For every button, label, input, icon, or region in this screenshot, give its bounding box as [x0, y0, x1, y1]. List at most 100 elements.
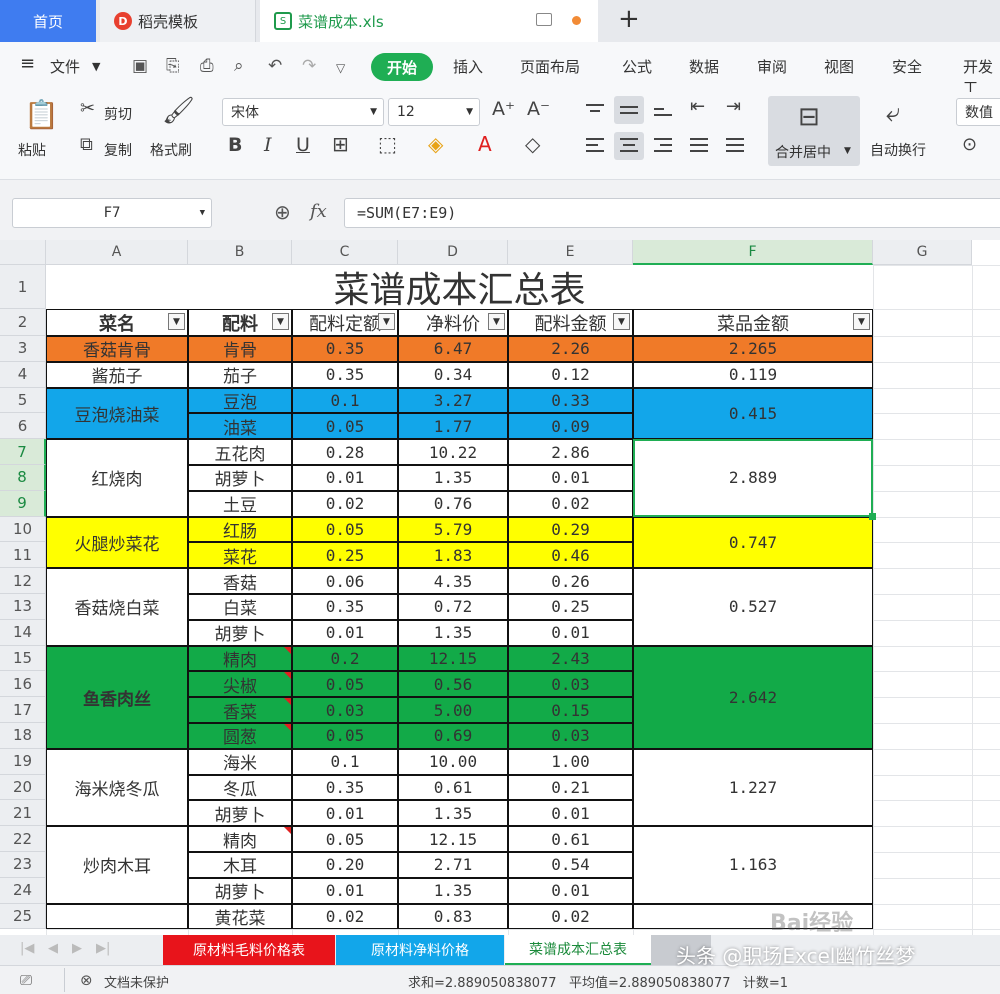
- indent-increase-icon[interactable]: ⇥: [726, 96, 741, 117]
- sheet-nav-last-icon[interactable]: ▶|: [96, 941, 110, 956]
- ingredient-cell[interactable]: 肯骨: [188, 336, 292, 362]
- ingredient-cell[interactable]: 胡萝卜: [188, 800, 292, 827]
- dish-total-cell[interactable]: 2.265: [633, 336, 873, 362]
- row-header-18[interactable]: 18: [0, 723, 46, 749]
- column-header-g[interactable]: G: [873, 240, 972, 265]
- amount-cell[interactable]: 0.46: [508, 542, 633, 569]
- quota-cell[interactable]: 0.1: [292, 387, 398, 414]
- menu-home[interactable]: 开始: [371, 53, 433, 81]
- net-price-cell[interactable]: 0.34: [398, 361, 508, 388]
- hamburger-icon[interactable]: ≡: [20, 53, 35, 74]
- filter-dropdown-icon[interactable]: ▼: [853, 313, 870, 330]
- amount-cell[interactable]: 0.02: [508, 490, 633, 517]
- net-price-cell[interactable]: 5.00: [398, 697, 508, 723]
- quota-cell[interactable]: 0.05: [292, 413, 398, 440]
- header-dish-amount[interactable]: 菜品金额: [633, 309, 873, 336]
- amount-cell[interactable]: 0.25: [508, 594, 633, 620]
- dish-total-cell[interactable]: 2.642: [633, 645, 873, 749]
- dish-total-cell[interactable]: 0.747: [633, 516, 873, 569]
- quota-cell[interactable]: 0.01: [292, 800, 398, 827]
- number-format-select[interactable]: 数值: [956, 98, 1000, 126]
- format-painter-button[interactable]: 格式刷: [150, 140, 192, 160]
- quota-cell[interactable]: 0.01: [292, 877, 398, 904]
- sheet-title[interactable]: 菜谱成本汇总表: [46, 265, 873, 309]
- amount-cell[interactable]: 0.15: [508, 697, 633, 723]
- ingredient-cell[interactable]: 海米: [188, 748, 292, 775]
- net-price-cell[interactable]: 5.79: [398, 516, 508, 543]
- filter-dropdown-icon[interactable]: ▼: [272, 313, 289, 330]
- net-price-cell[interactable]: 10.00: [398, 748, 508, 775]
- borders-icon[interactable]: ⊞: [332, 132, 349, 156]
- ingredient-cell[interactable]: 豆泡: [188, 387, 292, 414]
- sheet-nav-next-icon[interactable]: ▶: [72, 941, 82, 956]
- dish-name-cell[interactable]: 红烧肉: [46, 439, 188, 517]
- font-size-select[interactable]: 12 ▼: [388, 98, 480, 126]
- paste-button[interactable]: 粘贴: [18, 140, 46, 160]
- align-center-icon[interactable]: [614, 132, 644, 160]
- align-middle-icon[interactable]: [614, 96, 644, 124]
- row-header-12[interactable]: 12: [0, 568, 46, 594]
- row-header-9[interactable]: 9: [0, 490, 46, 517]
- protection-status[interactable]: 文档未保护: [104, 972, 169, 991]
- dish-total-cell[interactable]: 1.163: [633, 826, 873, 904]
- row-header-23[interactable]: 23: [0, 852, 46, 878]
- dish-total-cell[interactable]: 0.415: [633, 387, 873, 440]
- decrease-font-icon[interactable]: A⁻: [527, 98, 550, 120]
- redo-icon[interactable]: ↷: [302, 56, 316, 76]
- dish-name-cell[interactable]: [46, 903, 188, 930]
- menu-review[interactable]: 审阅: [757, 56, 787, 77]
- net-price-cell[interactable]: 1.77: [398, 413, 508, 440]
- ingredient-cell[interactable]: 尖椒: [188, 671, 292, 698]
- increase-font-icon[interactable]: A⁺: [492, 98, 515, 120]
- sheet-tab-net-price[interactable]: 原材料净料价格: [336, 935, 504, 965]
- row-header-8[interactable]: 8: [0, 465, 46, 491]
- quota-cell[interactable]: 0.02: [292, 903, 398, 930]
- dish-name-cell[interactable]: 香菇肯骨: [46, 336, 188, 362]
- clear-format-icon[interactable]: ◇: [525, 132, 540, 156]
- ingredient-cell[interactable]: 土豆: [188, 490, 292, 517]
- column-header-f[interactable]: F: [633, 240, 873, 265]
- monitor-icon[interactable]: [536, 13, 552, 26]
- fill-pattern-icon[interactable]: ⬚: [378, 132, 397, 156]
- quota-cell[interactable]: 0.20: [292, 852, 398, 878]
- dish-name-cell[interactable]: 炒肉木耳: [46, 826, 188, 904]
- quota-cell[interactable]: 0.05: [292, 516, 398, 543]
- ingredient-cell[interactable]: 油菜: [188, 413, 292, 440]
- ingredient-cell[interactable]: 精肉: [188, 645, 292, 672]
- bold-icon[interactable]: B: [228, 134, 242, 156]
- quota-cell[interactable]: 0.06: [292, 568, 398, 594]
- ingredient-cell[interactable]: 胡萝卜: [188, 465, 292, 491]
- amount-cell[interactable]: 1.00: [508, 748, 633, 775]
- dish-name-cell[interactable]: 豆泡烧油菜: [46, 387, 188, 440]
- filter-dropdown-icon[interactable]: ▼: [488, 313, 505, 330]
- ingredient-cell[interactable]: 黄花菜: [188, 903, 292, 930]
- amount-cell[interactable]: 0.21: [508, 774, 633, 801]
- net-price-cell[interactable]: 10.22: [398, 439, 508, 465]
- column-header-c[interactable]: C: [292, 240, 398, 265]
- row-header-11[interactable]: 11: [0, 542, 46, 569]
- undo-icon[interactable]: ↶: [268, 56, 282, 76]
- row-header-6[interactable]: 6: [0, 413, 46, 440]
- dish-name-cell[interactable]: 海米烧冬瓜: [46, 748, 188, 827]
- menu-view[interactable]: 视图: [824, 56, 854, 77]
- amount-cell[interactable]: 2.86: [508, 439, 633, 465]
- row-header-24[interactable]: 24: [0, 877, 46, 904]
- ingredient-cell[interactable]: 红肠: [188, 516, 292, 543]
- filter-dropdown-icon[interactable]: ▼: [613, 313, 630, 330]
- dish-total-cell[interactable]: 0.119: [633, 361, 873, 388]
- formula-input[interactable]: =SUM(E7:E9): [344, 198, 1000, 228]
- ingredient-cell[interactable]: 香菜: [188, 697, 292, 723]
- zoom-lookup-icon[interactable]: ⊕: [274, 200, 291, 224]
- amount-cell[interactable]: 2.26: [508, 336, 633, 362]
- spreadsheet-grid[interactable]: A B C D E F G 1 2 3 4 5 6 7 8 9 10 11 12 13 14 15 16 17 18 19 20 21…: [0, 240, 1000, 935]
- ingredient-cell[interactable]: 香菇: [188, 568, 292, 594]
- row-header-21[interactable]: 21: [0, 800, 46, 827]
- menu-data[interactable]: 数据: [689, 56, 719, 77]
- ingredient-cell[interactable]: 冬瓜: [188, 774, 292, 801]
- row-header-22[interactable]: 22: [0, 826, 46, 852]
- row-header-17[interactable]: 17: [0, 697, 46, 723]
- amount-cell[interactable]: 0.61: [508, 826, 633, 852]
- italic-icon[interactable]: I: [264, 134, 272, 156]
- wrap-text-button[interactable]: 自动换行: [870, 140, 926, 160]
- net-price-cell[interactable]: 0.83: [398, 903, 508, 930]
